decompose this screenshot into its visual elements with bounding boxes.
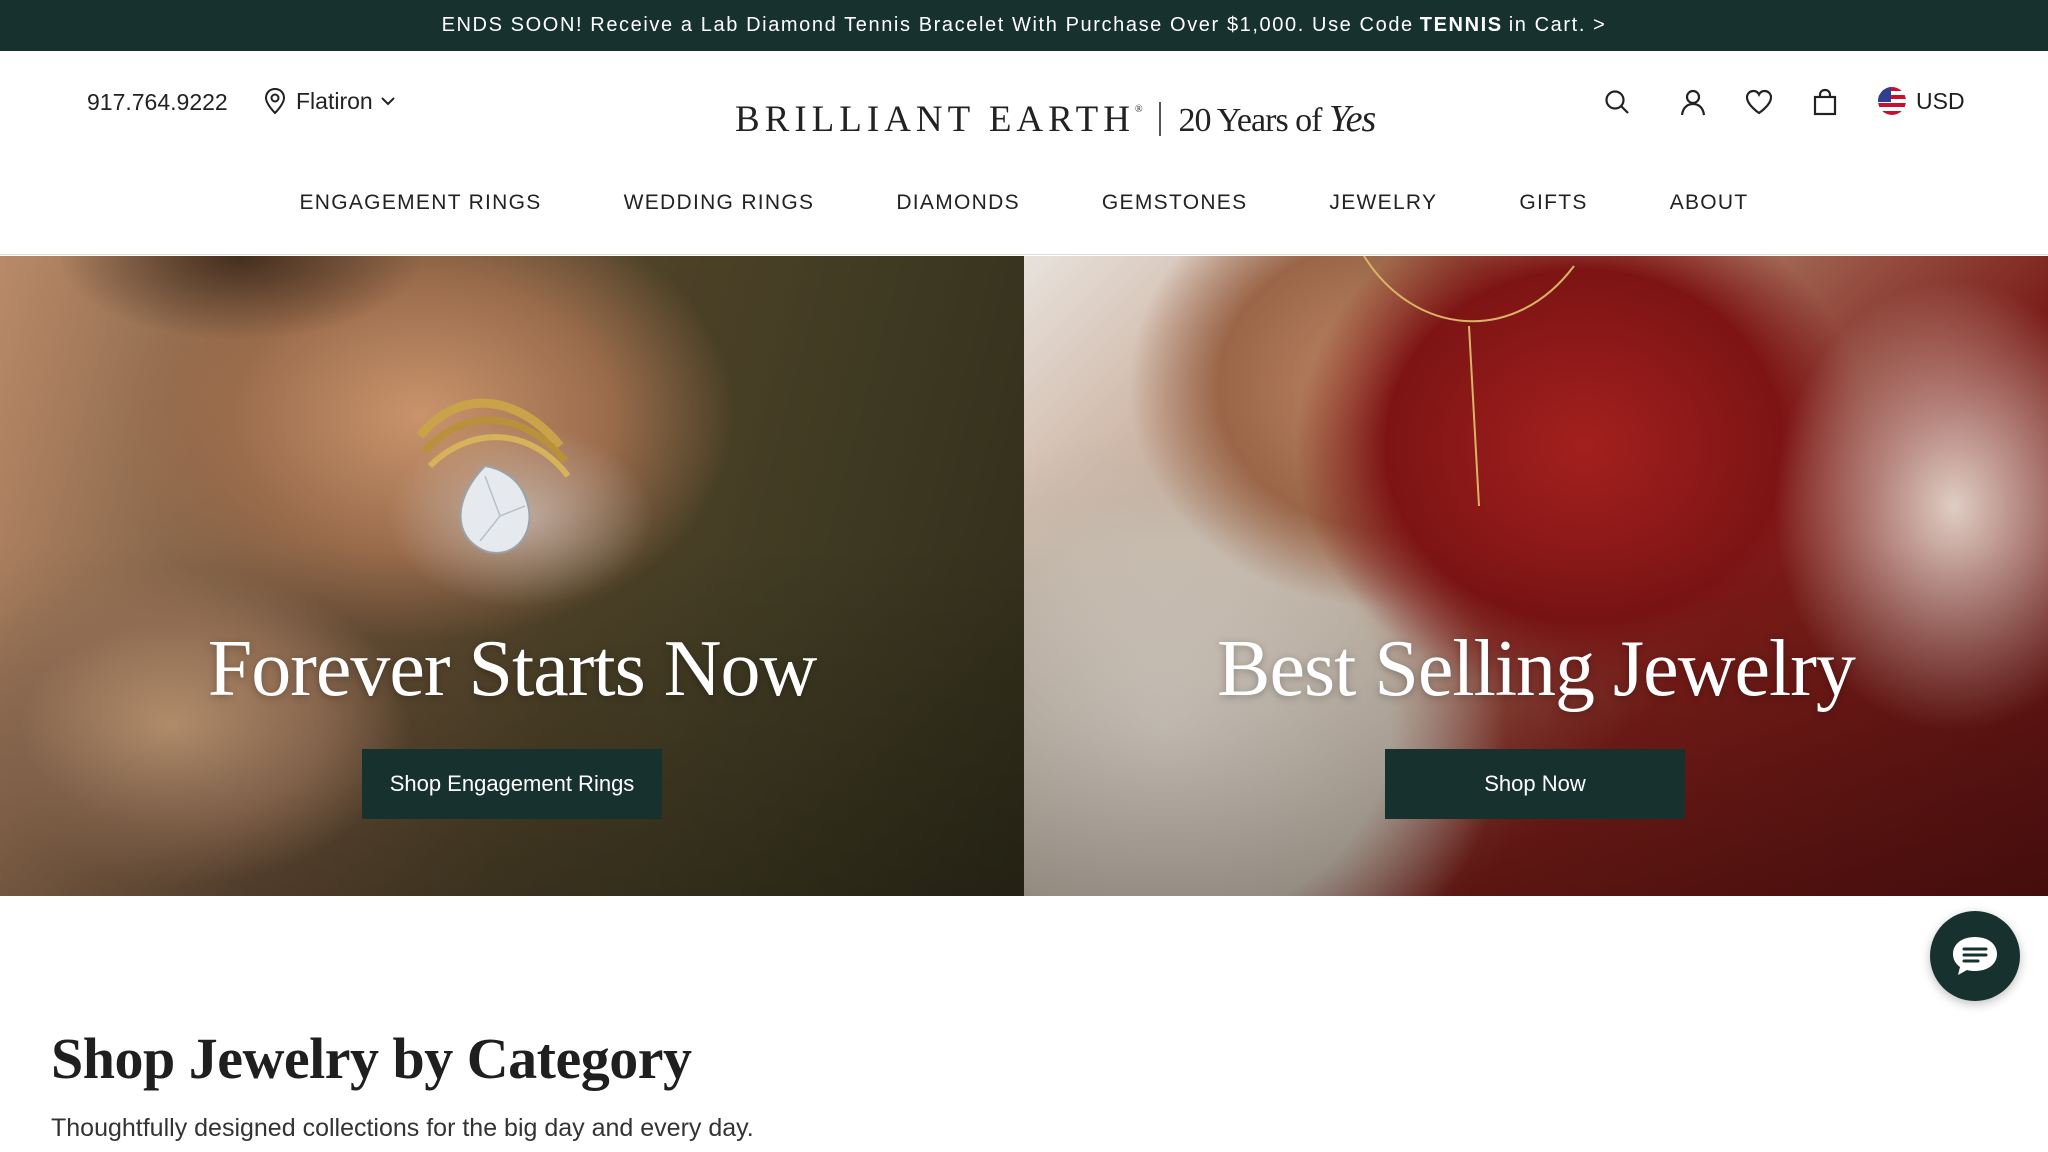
promo-code: TENNIS bbox=[1419, 14, 1503, 36]
logo-divider bbox=[1158, 102, 1161, 136]
section-title: Shop Jewelry by Category bbox=[51, 1026, 692, 1091]
section-subtitle: Thoughtfully designed collections for th… bbox=[51, 1114, 754, 1142]
search-button[interactable] bbox=[1602, 87, 1632, 117]
hero-jewelry-banner[interactable]: Best Selling Jewelry Shop Now bbox=[1024, 256, 2048, 896]
hero-engagement-banner[interactable]: Forever Starts Now Shop Engagement Rings bbox=[0, 256, 1024, 896]
chat-icon bbox=[1953, 937, 1997, 975]
us-flag-icon bbox=[1878, 87, 1906, 115]
search-icon bbox=[1605, 90, 1629, 114]
location-pin-icon bbox=[264, 87, 286, 115]
promo-banner[interactable]: ENDS SOON! Receive a Lab Diamond Tennis … bbox=[0, 0, 2048, 51]
logo-brand-name: BRILLIANT EARTH® bbox=[735, 98, 1143, 140]
nav-wedding-rings[interactable]: WEDDING RINGS bbox=[624, 191, 815, 215]
nav-diamonds[interactable]: DIAMONDS bbox=[896, 191, 1020, 215]
account-icon bbox=[1680, 89, 1706, 116]
nav-gemstones[interactable]: GEMSTONES bbox=[1102, 191, 1248, 215]
nav-about[interactable]: ABOUT bbox=[1670, 191, 1749, 215]
store-location-selector[interactable]: Flatiron bbox=[262, 87, 395, 115]
shop-engagement-rings-button[interactable]: Shop Engagement Rings bbox=[362, 749, 662, 819]
brand-logo[interactable]: BRILLIANT EARTH® 20 Years of Yes bbox=[735, 97, 1377, 141]
hero-right-title: Best Selling Jewelry bbox=[1217, 625, 1856, 713]
promo-text: ENDS SOON! Receive a Lab Diamond Tennis … bbox=[441, 14, 1414, 36]
currency-label: USD bbox=[1916, 87, 1965, 114]
hero-left-title: Forever Starts Now bbox=[207, 625, 818, 713]
wishlist-button[interactable] bbox=[1744, 87, 1774, 117]
account-button[interactable] bbox=[1678, 87, 1708, 117]
shop-now-button[interactable]: Shop Now bbox=[1385, 749, 1685, 819]
shopping-bag-button[interactable] bbox=[1810, 87, 1840, 117]
phone-link[interactable]: 917.764.9222 bbox=[87, 89, 228, 116]
chat-button[interactable] bbox=[1930, 911, 2020, 1001]
nav-engagement-rings[interactable]: ENGAGEMENT RINGS bbox=[299, 191, 541, 215]
heart-icon bbox=[1745, 89, 1773, 115]
nav-jewelry[interactable]: JEWELRY bbox=[1329, 191, 1437, 215]
location-label: Flatiron bbox=[296, 87, 373, 114]
logo-tagline: 20 Years of Yes bbox=[1178, 98, 1377, 140]
main-navigation: ENGAGEMENT RINGS WEDDING RINGS DIAMONDS … bbox=[0, 191, 2048, 215]
site-header: 917.764.9222 Flatiron BRILLIANT EARTH® 2… bbox=[0, 51, 2048, 255]
chevron-down-icon bbox=[380, 97, 395, 106]
nav-gifts[interactable]: GIFTS bbox=[1519, 191, 1587, 215]
bag-icon bbox=[1813, 88, 1837, 116]
currency-selector[interactable]: USD bbox=[1878, 87, 1965, 115]
promo-text-end: in Cart. > bbox=[1508, 14, 1607, 36]
